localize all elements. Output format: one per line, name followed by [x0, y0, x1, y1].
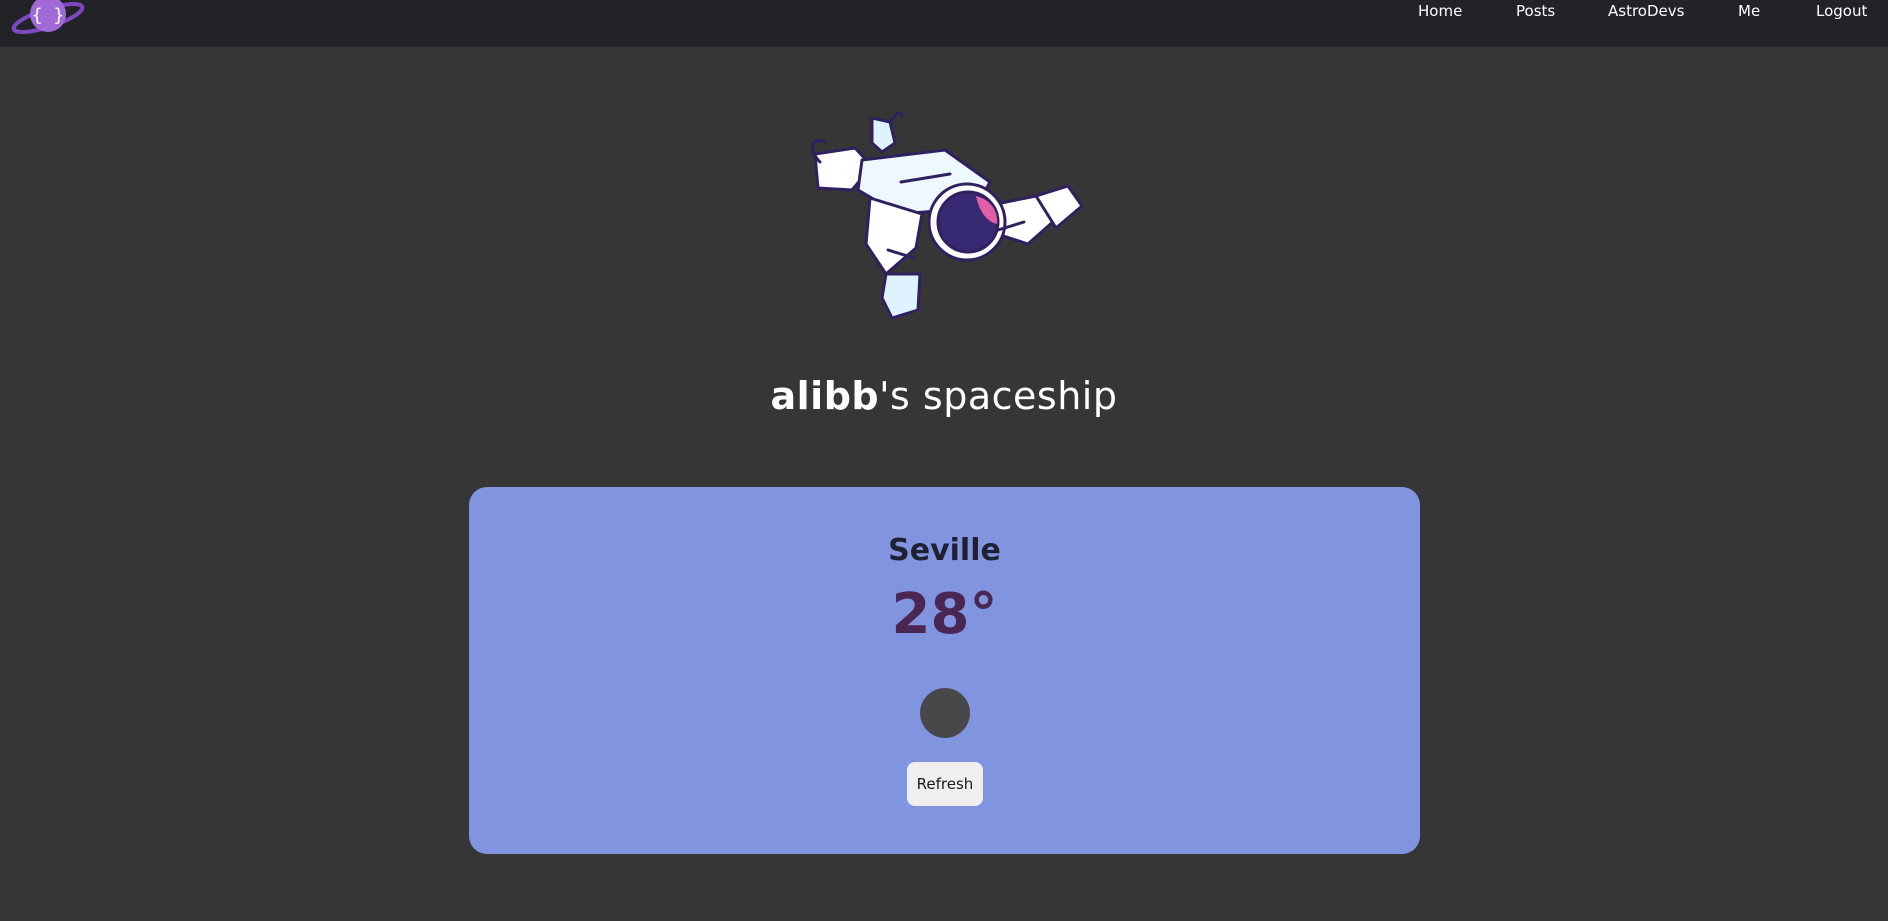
refresh-button[interactable]: Refresh	[907, 762, 983, 806]
top-navbar: { } Home Posts AstroDevs Me Logout	[0, 0, 1888, 47]
nav-logout-link[interactable]: Logout	[1816, 2, 1867, 20]
svg-text:{ }: { }	[32, 5, 65, 26]
nav-astrodevs-link[interactable]: AstroDevs	[1608, 2, 1684, 20]
spaceship-title: alibb's spaceship	[0, 374, 1888, 418]
spaceship-title-suffix: 's spaceship	[879, 374, 1118, 418]
weather-condition-icon	[920, 688, 970, 738]
logo-planet-icon[interactable]: { }	[8, 0, 88, 36]
weather-card: Seville 28° Refresh	[469, 487, 1420, 854]
city-name: Seville	[888, 533, 1001, 568]
nav-me-link[interactable]: Me	[1738, 2, 1760, 20]
nav-home-link[interactable]: Home	[1418, 2, 1462, 20]
nav-posts-link[interactable]: Posts	[1516, 2, 1555, 20]
temperature-value: 28°	[891, 582, 998, 647]
username: alibb	[770, 374, 880, 418]
astronaut-illustration	[810, 111, 1084, 320]
